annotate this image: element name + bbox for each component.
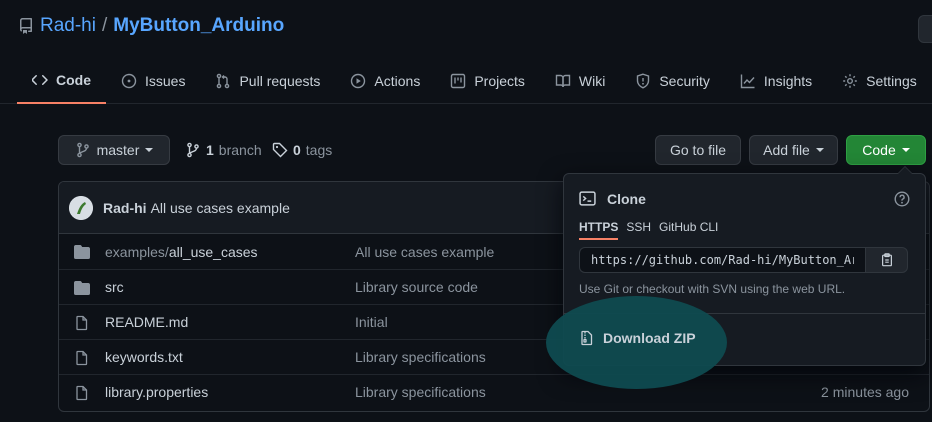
file-name[interactable]: src — [105, 279, 124, 295]
code-icon — [32, 75, 48, 85]
gear-icon — [843, 74, 857, 88]
file-name[interactable]: library.properties — [105, 384, 208, 400]
terminal-icon — [579, 191, 596, 206]
tab-label: Issues — [145, 73, 186, 89]
branch-icon — [76, 142, 89, 158]
tab-ssh[interactable]: SSH — [626, 220, 651, 240]
file-icon — [76, 315, 88, 331]
file-name[interactable]: examples/all_use_cases — [105, 244, 258, 260]
tag-icon — [272, 142, 288, 158]
graph-icon — [740, 74, 755, 89]
tab-label: Security — [659, 73, 710, 89]
tab-label: Code — [56, 72, 91, 88]
code-button-label: Code — [862, 142, 896, 158]
branch-select-button[interactable]: master — [58, 135, 170, 165]
play-icon — [351, 73, 366, 89]
file-commit-message[interactable]: Library specifications — [355, 384, 486, 400]
tab-pull-requests[interactable]: Pull requests — [200, 58, 335, 104]
clone-header: Clone — [579, 190, 646, 207]
pull-request-icon — [217, 73, 230, 89]
folder-icon — [74, 245, 90, 259]
clone-url-input[interactable] — [579, 247, 865, 273]
file-basename: all_use_cases — [168, 243, 258, 260]
file-name[interactable]: README.md — [105, 314, 188, 330]
file-icon — [76, 385, 88, 401]
tags-link[interactable]: 0 tags — [272, 142, 332, 158]
code-button[interactable]: Code — [846, 135, 926, 165]
go-to-file-button[interactable]: Go to file — [655, 135, 741, 165]
commit-author[interactable]: Rad-hi — [103, 200, 147, 216]
tab-insights[interactable]: Insights — [725, 58, 827, 104]
file-zip-icon — [581, 330, 593, 346]
avatar-image-icon — [69, 195, 93, 220]
file-commit-message[interactable]: Library source code — [355, 279, 478, 295]
watch-button[interactable] — [918, 15, 932, 43]
tab-https[interactable]: HTTPS — [579, 220, 619, 240]
clone-protocol-tabs: HTTPS SSH GitHub CLI — [579, 220, 718, 240]
book-icon — [555, 74, 571, 88]
branch-count: 1 — [206, 142, 214, 158]
tab-projects[interactable]: Projects — [435, 58, 540, 104]
branch-word: branch — [218, 142, 262, 158]
file-commit-time: 2 minutes ago — [821, 384, 909, 400]
tag-count: 0 — [293, 142, 301, 158]
repo-header: Rad-hi / MyButton_Arduino — [18, 14, 284, 38]
file-commit-message[interactable]: Library specifications — [355, 349, 486, 365]
chevron-down-icon — [815, 148, 824, 152]
help-icon[interactable] — [894, 191, 910, 207]
tab-code[interactable]: Code — [17, 58, 106, 104]
branch-name: master — [96, 142, 140, 158]
file-icon — [76, 350, 88, 366]
repo-name-link[interactable]: MyButton_Arduino — [113, 15, 284, 37]
avatar[interactable] — [69, 195, 93, 220]
tab-github-cli[interactable]: GitHub CLI — [659, 220, 718, 240]
folder-icon — [74, 281, 90, 295]
tab-label: Settings — [866, 73, 917, 89]
branch-icon — [187, 142, 199, 158]
tab-security[interactable]: Security — [620, 58, 725, 104]
tab-wiki[interactable]: Wiki — [540, 58, 620, 104]
tab-label: Insights — [763, 73, 813, 89]
download-zip-button[interactable]: Download ZIP — [579, 330, 696, 346]
clone-title: Clone — [607, 190, 646, 207]
repo-icon — [20, 18, 32, 34]
tag-word: tags — [305, 142, 333, 158]
clone-help-text: Use Git or checkout with SVN using the w… — [579, 282, 846, 296]
repo-owner-link[interactable]: Rad-hi — [40, 15, 96, 37]
issue-icon — [121, 73, 137, 89]
tab-actions[interactable]: Actions — [335, 58, 435, 104]
shield-icon — [637, 73, 650, 89]
repo-nav: Code Issues Pull requests Actions Projec… — [0, 58, 932, 104]
copy-button[interactable] — [865, 247, 908, 273]
branches-link[interactable]: 1 branch — [185, 142, 262, 158]
table-row[interactable]: library.properties Library specification… — [59, 374, 929, 409]
file-name[interactable]: keywords.txt — [105, 349, 183, 365]
download-zip-label: Download ZIP — [603, 330, 696, 346]
tab-label: Wiki — [578, 73, 606, 89]
clipboard-icon — [881, 253, 892, 267]
file-commit-message[interactable]: All use cases example — [355, 244, 494, 260]
file-commit-message[interactable]: Initial — [355, 314, 388, 330]
project-icon — [451, 73, 466, 89]
file-dir: examples/ — [105, 243, 169, 260]
clone-dropdown: Clone HTTPS SSH GitHub CLI Use Git or ch… — [546, 166, 926, 389]
add-file-button[interactable]: Add file — [749, 135, 838, 165]
chevron-down-icon — [145, 148, 154, 152]
chevron-down-icon — [901, 148, 910, 152]
tab-label: Pull requests — [239, 73, 321, 89]
tab-label: Actions — [374, 73, 421, 89]
commit-message[interactable]: All use cases example — [151, 200, 290, 216]
tab-settings[interactable]: Settings — [827, 58, 932, 104]
tab-issues[interactable]: Issues — [106, 58, 200, 104]
tab-label: Projects — [474, 73, 525, 89]
add-file-label: Add file — [763, 142, 810, 158]
repo-separator: / — [101, 15, 108, 36]
